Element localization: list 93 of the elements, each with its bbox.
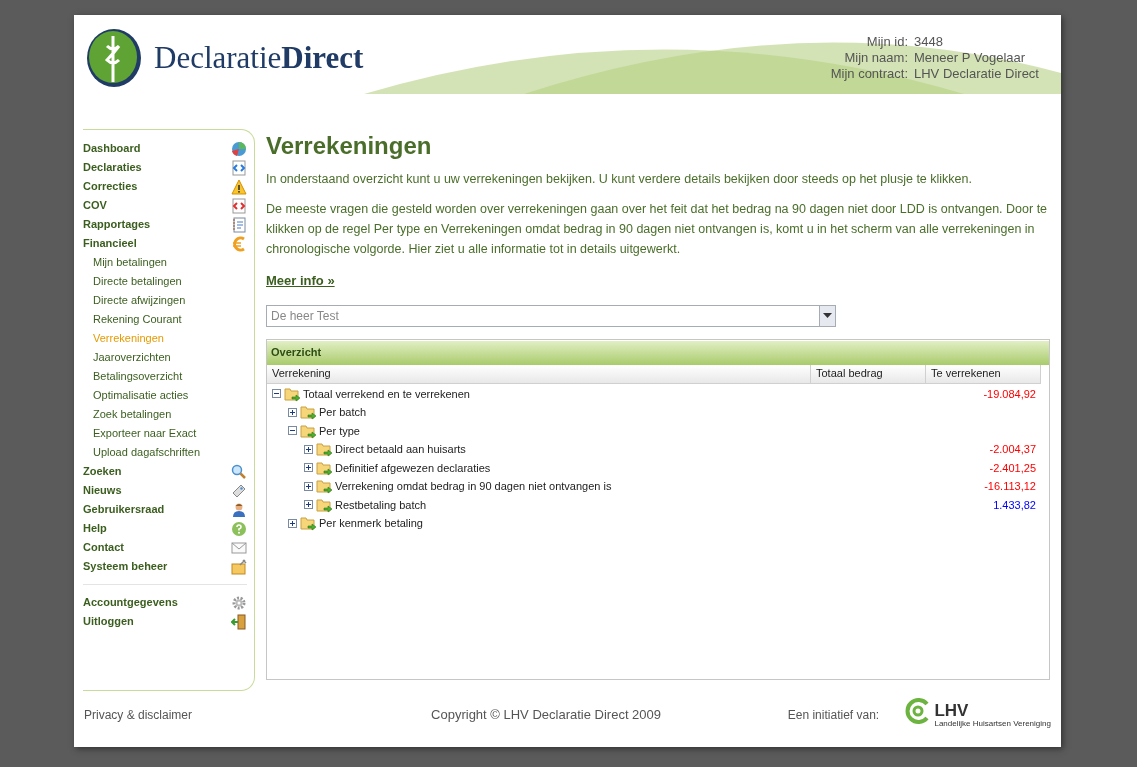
help-icon [231,520,247,537]
paragraph: In onderstaand overzicht kunt u uw verrekeningen bekijken. U kunt verdere details bekijken door steeds op het plusje te klikken. [266,171,973,188]
sidebar-item[interactable]: Optimalisatie acties [83,387,189,404]
expand-toggle[interactable] [304,500,313,510]
amount-cell: -16.113,12 [984,480,1036,492]
folder-icon [316,459,334,476]
expand-toggle[interactable] [288,518,297,528]
document-icon [231,197,247,214]
sidebar-item[interactable]: Jaaroverzichten [83,349,171,366]
sidebar-item[interactable]: Rekening Courant [83,311,182,328]
plus-icon [305,482,312,490]
gear-icon [231,594,247,611]
sidebar-item[interactable]: Gebruikersraad [83,501,165,518]
tree-node-label[interactable]: Totaal verrekend en te verrekenen [303,385,470,402]
tree-node-label[interactable]: Definitief afgewezen declaraties [335,459,491,476]
sidebar-item[interactable]: Systeem beheer [83,558,168,575]
account-label: Mijn contract: [830,66,908,82]
caret-icon [823,312,832,319]
door-icon [231,613,247,630]
document-icon [231,159,247,176]
warning-icon [231,178,247,195]
amount-cell: -2.004,37 [989,443,1036,455]
amount-cell: -19.084,92 [983,387,1036,400]
sidebar-item[interactable]: Zoeken [83,463,122,480]
collapse-toggle[interactable] [288,426,297,436]
collapse-toggle[interactable] [272,389,281,399]
amount-cell: -2.401,25 [989,461,1036,474]
copyright-text: Copyright © LHV Declaratie Direct 2009 [431,706,663,725]
account-value: LHV Declaratie Direct [914,66,1039,82]
tag-icon [231,482,247,499]
logo-wordmark: DeclaratieDirect [154,38,364,77]
more-info-link[interactable]: Meer info » [266,271,335,291]
tree-node-label[interactable]: Per batch [319,404,367,421]
sidebar-item[interactable]: Financieel [83,235,137,252]
person-icon [231,501,247,518]
tree-node-label[interactable]: Per kenmerk betaling [319,515,423,532]
logo-icon [86,28,142,88]
folder-icon [300,422,318,439]
plus-icon [305,501,312,509]
sidebar-item[interactable]: Correcties [83,178,138,195]
notebook-icon [231,216,247,233]
sidebar-item[interactable]: Mijn betalingen [83,254,167,271]
account-label: Mijn id: [865,34,908,50]
expand-toggle[interactable] [288,407,297,417]
account-value: 3448 [914,34,944,50]
sidebar-item[interactable]: Zoek betalingen [83,406,172,423]
sidebar-item[interactable]: Rapportages [83,216,151,233]
account-label: Mijn naam: [843,50,908,66]
expand-toggle[interactable] [304,463,313,473]
sidebar-item[interactable]: Nieuws [83,482,122,499]
folder-icon [300,404,318,421]
sidebar-item[interactable]: Contact [83,539,124,556]
person-dropdown[interactable]: De heer Test [266,304,836,327]
amount-cell: 1.433,82 [993,498,1036,511]
sidebar-item[interactable]: Dashboard [83,140,141,157]
expand-toggle[interactable] [304,444,313,454]
paragraph: De meeste vragen die gesteld worden over verrekeningen gaan over het feit dat het bedrag na 90 dagen niet door LDD is ontvangen. Door te klikken op de regel Per type en Verrekeningen omdat bedrag in 90 dagen niet ontvangen is, komt u in het scherm van alle verrekeningen in chronologische volgorde. Hier ziet u alle informatie tot in details uitgewerkt. [266,201,1049,258]
tree-node-label[interactable]: Per type [319,422,360,439]
tree-node-label[interactable]: Restbetaling batch [335,496,427,513]
folder-icon [300,515,318,532]
plus-icon [289,408,296,416]
envelope-icon [231,539,247,556]
sidebar-item[interactable]: Upload dagafschriften [83,444,200,461]
tree-node-label[interactable]: Direct betaald aan huisarts [335,441,466,458]
privacy-link[interactable]: Privacy & disclaimer [84,706,432,724]
sidebar-item[interactable]: Betalingsoverzicht [83,368,183,385]
plus-icon [305,445,312,453]
initiative-text: Een initiatief van: [787,707,881,724]
folder-icon [284,385,302,402]
folder-icon [231,558,247,575]
panel-title: Overzicht [267,340,1049,365]
folder-icon [316,478,334,495]
sidebar-item[interactable]: COV [83,197,107,214]
search-icon [231,463,247,480]
account-value: Meneer P Vogelaar [914,50,1027,66]
lhv-wordmark: LHV [934,702,970,719]
folder-icon [316,496,334,513]
plus-icon [305,464,312,472]
sidebar-item[interactable]: Declaraties [83,159,142,176]
sidebar-item[interactable]: Directe betalingen [83,273,182,290]
sidebar-item[interactable]: Exporteer naar Exact [83,425,197,442]
euro-icon [231,235,247,252]
sidebar-item[interactable]: Uitloggen [83,613,134,630]
sidebar-item[interactable]: Help [83,520,107,537]
sidebar-item[interactable]: Directe afwijzingen [83,292,186,309]
tree-node-label[interactable]: Verrekening omdat bedrag in 90 dagen niet ontvangen is [335,478,612,495]
pie-chart-icon [231,140,247,157]
folder-icon [316,441,334,458]
sidebar-item[interactable]: Accountgegevens [83,594,178,611]
plus-icon [289,519,296,527]
page-title: Verrekeningen [266,131,433,161]
expand-toggle[interactable] [304,481,313,491]
lhv-subtitle: Landelijke Huisartsen Vereniging [934,719,1051,728]
